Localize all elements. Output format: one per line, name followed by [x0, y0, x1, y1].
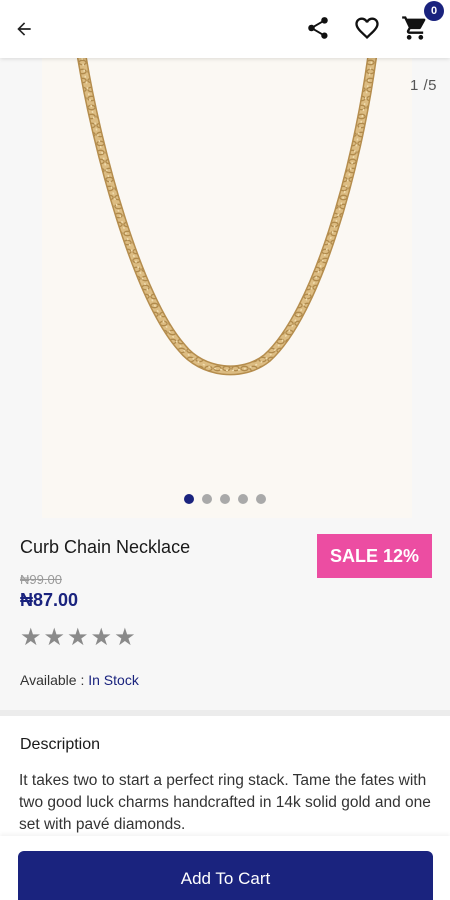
- rating-stars: ★ ★ ★ ★ ★: [20, 625, 136, 651]
- sale-price: ₦87.00: [20, 590, 79, 610]
- carousel-dot[interactable]: [238, 494, 248, 504]
- share-button[interactable]: [303, 13, 333, 43]
- back-button[interactable]: [10, 15, 38, 43]
- carousel-dot[interactable]: [202, 494, 212, 504]
- product-image: [42, 53, 412, 518]
- description-heading: Description: [20, 736, 101, 753]
- availability-label: Available :: [20, 672, 89, 688]
- carousel-dot[interactable]: [184, 494, 194, 504]
- description-text: It takes two to start a perfect ring sta…: [19, 772, 431, 833]
- product-title: Curb Chain Necklace: [20, 537, 191, 557]
- back-arrow-icon: [17, 22, 31, 36]
- sale-badge: SALE 12%: [317, 534, 432, 578]
- product-image-gallery[interactable]: 1 /5: [0, 53, 450, 520]
- description-section: Description It takes two to start a perf…: [0, 716, 450, 846]
- carousel-dot[interactable]: [256, 494, 266, 504]
- carousel-dot[interactable]: [220, 494, 230, 504]
- image-counter: 1 /5: [409, 77, 437, 94]
- carousel-indicator: [0, 494, 450, 504]
- cart-count-badge: 0: [424, 1, 444, 21]
- original-price: ₦99.00: [20, 572, 62, 587]
- app-bar: 0: [0, 0, 450, 58]
- availability-value: In Stock: [88, 672, 139, 688]
- star-icon: ★: [43, 624, 66, 651]
- share-icon: [308, 17, 328, 39]
- star-icon: ★: [90, 624, 113, 651]
- star-icon: ★: [20, 624, 42, 651]
- favorite-button[interactable]: [352, 13, 382, 43]
- cart-button[interactable]: 0: [400, 1, 444, 43]
- availability: Available : In Stock: [20, 672, 139, 688]
- bottom-action-bar: Add To Cart: [0, 836, 450, 900]
- add-to-cart-button[interactable]: Add To Cart: [18, 851, 433, 900]
- cart-icon: [402, 16, 426, 40]
- star-icon: ★: [114, 624, 136, 651]
- star-icon: ★: [67, 624, 89, 651]
- product-info: Curb Chain Necklace SALE 12% ₦99.00 ₦87.…: [0, 520, 450, 710]
- heart-icon: [355, 17, 379, 39]
